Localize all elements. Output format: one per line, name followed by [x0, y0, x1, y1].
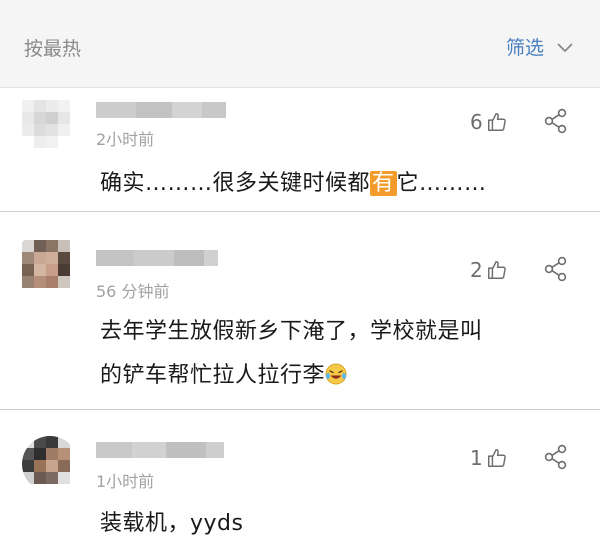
avatar[interactable]	[22, 240, 78, 296]
comment-item: 56 分钟前 2 去年学生放假新乡下淹了，学校就是叫 的铲车帮忙拉人拉行李	[0, 212, 600, 410]
comment-time: 1小时前	[96, 472, 155, 491]
comment-text: 确实………很多关键时候都有它………	[100, 171, 487, 196]
avatar[interactable]	[22, 436, 78, 492]
like-button[interactable]: 6	[470, 110, 508, 134]
comment-line: 去年学生放假新乡下淹了，学校就是叫	[100, 319, 483, 344]
comment-text: 装载机，yyds	[100, 511, 244, 536]
filter-label: 筛选	[505, 37, 544, 59]
comment-item: 1小时前 1 装载机，yyds	[0, 410, 600, 558]
comment-text: 去年学生放假新乡下淹了，学校就是叫 的铲车帮忙拉人拉行李	[100, 310, 483, 398]
like-count: 6	[470, 110, 483, 134]
thumbs-up-icon	[487, 449, 506, 467]
share-icon[interactable]	[543, 444, 569, 470]
comment-time: 56 分钟前	[96, 282, 170, 301]
thumbs-up-icon	[487, 261, 506, 279]
share-icon[interactable]	[543, 108, 569, 134]
avatar[interactable]	[22, 100, 78, 156]
filter-button[interactable]: 筛选	[506, 33, 574, 60]
comments-header: 按最热 筛选	[0, 0, 600, 88]
laughing-crying-emoji-icon	[325, 363, 347, 385]
like-count: 2	[470, 258, 483, 282]
comment-line: 的铲车帮忙拉人拉行李	[100, 363, 326, 388]
like-button[interactable]: 2	[470, 258, 508, 282]
thumbs-up-icon	[487, 113, 506, 131]
comment-item: 2小时前 6 确实………很多关键时候都有它………	[0, 88, 600, 212]
like-count: 1	[470, 446, 483, 470]
like-button[interactable]: 1	[470, 446, 508, 470]
highlighted-keyword: 有	[370, 171, 397, 196]
chevron-down-icon	[557, 42, 573, 52]
share-icon[interactable]	[543, 256, 569, 282]
sort-hot-label[interactable]: 按最热	[24, 34, 81, 61]
comment-time: 2小时前	[96, 130, 155, 149]
